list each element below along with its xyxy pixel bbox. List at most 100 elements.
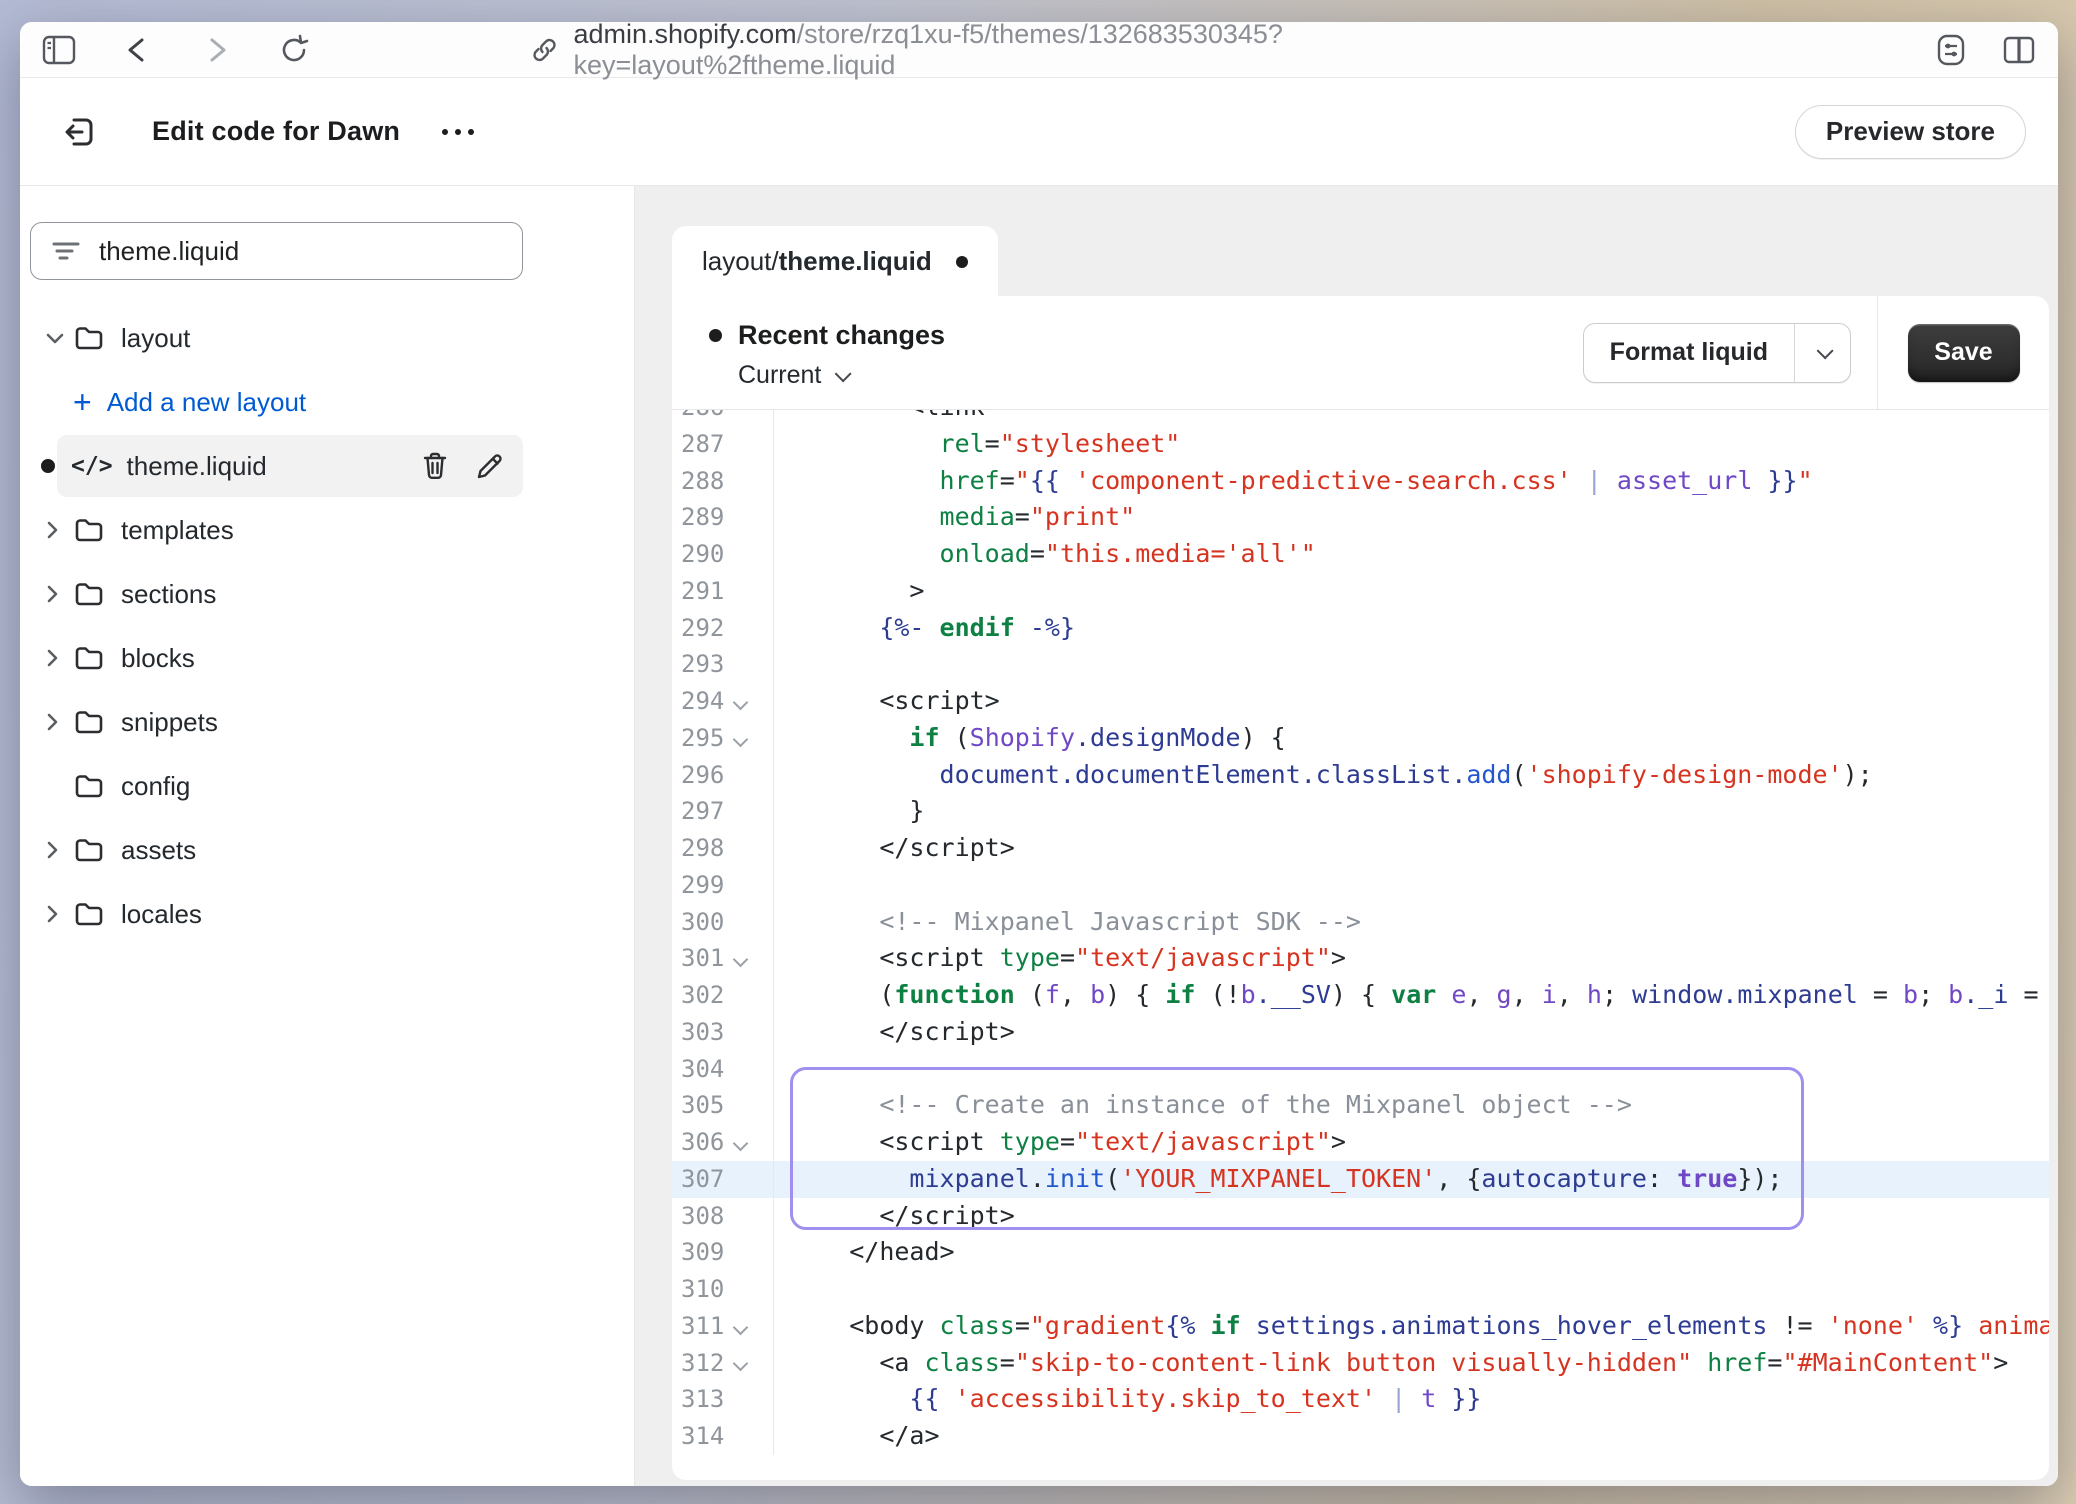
gutter-cell: 286 bbox=[672, 410, 774, 426]
gutter-cell: 293 bbox=[672, 646, 774, 683]
code-line-298[interactable]: 298 </script> bbox=[672, 830, 2049, 867]
code-line-296[interactable]: 296 document.documentElement.classList.a… bbox=[672, 757, 2049, 794]
code-line-308[interactable]: 308 </script> bbox=[672, 1198, 2049, 1235]
chevron-down-icon bbox=[1816, 342, 1833, 359]
add-new-layout-link[interactable]: + Add a new layout bbox=[20, 370, 634, 434]
code-line-294[interactable]: 294 <script> bbox=[672, 683, 2049, 720]
file-search-input[interactable]: theme.liquid bbox=[30, 222, 523, 280]
tab-file-name: theme.liquid bbox=[779, 246, 932, 276]
tab-path-prefix: layout/ bbox=[702, 246, 779, 276]
selected-file-pill[interactable]: </> theme.liquid bbox=[57, 435, 523, 497]
code-line-292[interactable]: 292 {%- endif -%} bbox=[672, 610, 2049, 647]
folder-label: config bbox=[121, 771, 190, 802]
address-bar[interactable]: admin.shopify.com/store/rzq1xu-f5/themes… bbox=[530, 22, 1549, 77]
sidebar-item-theme-liquid[interactable]: </> theme.liquid bbox=[20, 434, 634, 498]
code-text: <!-- Create an instance of the Mixpanel … bbox=[774, 1087, 2049, 1124]
sidebar-item-assets[interactable]: assets bbox=[20, 818, 634, 882]
save-panel: Save bbox=[1877, 296, 2049, 409]
fold-chevron-icon[interactable] bbox=[733, 731, 749, 747]
fold-chevron-icon[interactable] bbox=[733, 695, 749, 711]
folder-icon bbox=[73, 644, 105, 672]
reload-icon[interactable] bbox=[278, 34, 310, 66]
code-line-306[interactable]: 306 <script type="text/javascript"> bbox=[672, 1124, 2049, 1161]
sidebar-item-snippets[interactable]: snippets bbox=[20, 690, 634, 754]
code-line-286[interactable]: 286 <link bbox=[672, 410, 2049, 426]
code-line-287[interactable]: 287 rel="stylesheet" bbox=[672, 426, 2049, 463]
gutter-cell: 314 bbox=[672, 1418, 774, 1455]
chevron-down-icon[interactable] bbox=[45, 331, 65, 345]
code-line-302[interactable]: 302 (function (f, b) { if (!b.__SV) { va… bbox=[672, 977, 2049, 1014]
folder-label: layout bbox=[121, 323, 190, 354]
preview-store-button[interactable]: Preview store bbox=[1795, 105, 2026, 159]
code-text: } bbox=[774, 793, 2049, 830]
chevron-right-icon[interactable] bbox=[45, 840, 65, 860]
more-actions-icon[interactable] bbox=[442, 129, 474, 135]
sidebar-item-sections[interactable]: sections bbox=[20, 562, 634, 626]
code-line-293[interactable]: 293 bbox=[672, 646, 2049, 683]
page-settings-icon[interactable] bbox=[1934, 33, 1968, 67]
code-line-312[interactable]: 312 <a class="skip-to-content-link butto… bbox=[672, 1345, 2049, 1382]
gutter-cell: 311 bbox=[672, 1308, 774, 1345]
browser-toolbar: admin.shopify.com/store/rzq1xu-f5/themes… bbox=[20, 22, 2058, 78]
code-line-313[interactable]: 313 {{ 'accessibility.skip_to_text' | t … bbox=[672, 1381, 2049, 1418]
sidebar-item-blocks[interactable]: blocks bbox=[20, 626, 634, 690]
code-line-289[interactable]: 289 media="print" bbox=[672, 499, 2049, 536]
format-liquid-button[interactable]: Format liquid bbox=[1583, 323, 1851, 383]
gutter-cell: 288 bbox=[672, 463, 774, 500]
sidebar-item-layout[interactable]: layout bbox=[20, 306, 634, 370]
code-line-311[interactable]: 311 <body class="gradient{% if settings.… bbox=[672, 1308, 2049, 1345]
code-line-301[interactable]: 301 <script type="text/javascript"> bbox=[672, 940, 2049, 977]
code-line-299[interactable]: 299 bbox=[672, 867, 2049, 904]
fold-chevron-icon[interactable] bbox=[733, 1136, 749, 1152]
tab-theme-liquid[interactable]: layout/theme.liquid bbox=[672, 226, 998, 297]
split-view-icon[interactable] bbox=[2002, 35, 2036, 65]
code-line-295[interactable]: 295 if (Shopify.designMode) { bbox=[672, 720, 2049, 757]
code-line-305[interactable]: 305 <!-- Create an instance of the Mixpa… bbox=[672, 1087, 2049, 1124]
code-text: rel="stylesheet" bbox=[774, 426, 2049, 463]
code-editor[interactable]: 286 <link287 rel="stylesheet"288 href="{… bbox=[672, 410, 2049, 1480]
code-text: (function (f, b) { if (!b.__SV) { var e,… bbox=[774, 977, 2049, 1014]
line-number: 309 bbox=[681, 1234, 727, 1271]
code-line-300[interactable]: 300 <!-- Mixpanel Javascript SDK --> bbox=[672, 904, 2049, 941]
line-number: 287 bbox=[681, 426, 727, 463]
code-text: <link bbox=[774, 410, 2049, 426]
window-sidebar-icon[interactable] bbox=[42, 35, 76, 65]
code-line-310[interactable]: 310 bbox=[672, 1271, 2049, 1308]
folder-label: assets bbox=[121, 835, 196, 866]
folder-icon bbox=[73, 836, 105, 864]
format-options-caret[interactable] bbox=[1794, 324, 1850, 382]
code-line-304[interactable]: 304 bbox=[672, 1051, 2049, 1088]
folder-label: locales bbox=[121, 899, 202, 930]
code-line-291[interactable]: 291 > bbox=[672, 573, 2049, 610]
chevron-right-icon[interactable] bbox=[45, 904, 65, 924]
forward-icon[interactable] bbox=[200, 36, 232, 64]
chevron-right-icon[interactable] bbox=[45, 648, 65, 668]
back-icon[interactable] bbox=[122, 36, 154, 64]
code-line-307[interactable]: 307 mixpanel.init('YOUR_MIXPANEL_TOKEN',… bbox=[672, 1161, 2049, 1198]
sidebar-item-config[interactable]: config bbox=[20, 754, 634, 818]
exit-editor-icon[interactable] bbox=[60, 112, 100, 152]
fold-chevron-icon[interactable] bbox=[733, 1356, 749, 1372]
code-line-288[interactable]: 288 href="{{ 'component-predictive-searc… bbox=[672, 463, 2049, 500]
sidebar-item-locales[interactable]: locales bbox=[20, 882, 634, 946]
code-line-314[interactable]: 314 </a> bbox=[672, 1418, 2049, 1455]
code-text bbox=[774, 1051, 2049, 1088]
code-line-309[interactable]: 309 </head> bbox=[672, 1234, 2049, 1271]
version-dropdown[interactable]: Current bbox=[738, 361, 1583, 390]
chevron-right-icon[interactable] bbox=[45, 520, 65, 540]
code-line-303[interactable]: 303 </script> bbox=[672, 1014, 2049, 1051]
gutter-cell: 300 bbox=[672, 904, 774, 941]
folder-label: blocks bbox=[121, 643, 195, 674]
code-line-290[interactable]: 290 onload="this.media='all'" bbox=[672, 536, 2049, 573]
sidebar-item-templates[interactable]: templates bbox=[20, 498, 634, 562]
delete-file-icon[interactable] bbox=[421, 451, 449, 481]
fold-spacer bbox=[733, 842, 749, 858]
gutter-cell: 302 bbox=[672, 977, 774, 1014]
code-line-297[interactable]: 297 } bbox=[672, 793, 2049, 830]
save-button[interactable]: Save bbox=[1908, 324, 2020, 382]
rename-file-icon[interactable] bbox=[475, 451, 505, 481]
fold-chevron-icon[interactable] bbox=[733, 952, 749, 968]
fold-chevron-icon[interactable] bbox=[733, 1319, 749, 1335]
chevron-right-icon[interactable] bbox=[45, 584, 65, 604]
chevron-right-icon[interactable] bbox=[45, 712, 65, 732]
